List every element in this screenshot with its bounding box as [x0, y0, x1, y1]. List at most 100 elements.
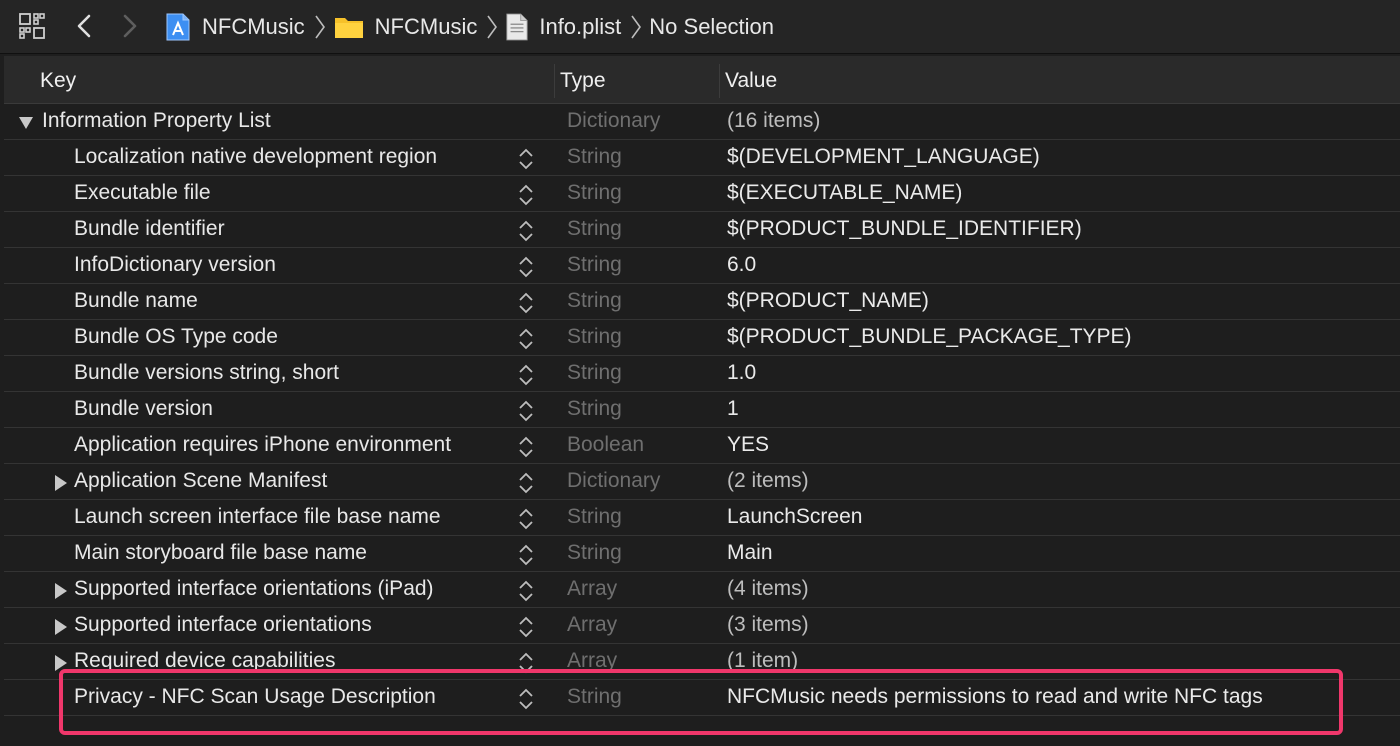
row-type[interactable]: String [567, 397, 622, 421]
row-value[interactable]: $(PRODUCT_NAME) [727, 289, 929, 313]
row-value[interactable]: (4 items) [727, 577, 809, 601]
breadcrumb-project[interactable]: NFCMusic [164, 12, 305, 42]
row-value[interactable]: 6.0 [727, 253, 756, 277]
table-row[interactable]: Supported interface orientations (iPad) A… [4, 572, 1400, 608]
row-type[interactable]: String [567, 253, 622, 277]
key-picker-stepper-icon[interactable] [518, 219, 534, 243]
disclosure-triangle-expanded-icon[interactable] [18, 114, 34, 132]
breadcrumb-folder[interactable]: NFCMusic [333, 12, 477, 42]
row-type[interactable]: Array [567, 649, 617, 673]
row-value[interactable]: Main [727, 541, 773, 565]
row-type[interactable]: String [567, 181, 622, 205]
key-picker-stepper-icon[interactable] [518, 543, 534, 567]
row-key[interactable]: Required device capabilities [74, 649, 336, 673]
forward-chevron-icon[interactable] [118, 12, 140, 40]
table-row[interactable]: Required device capabilities Array (1 item… [4, 644, 1400, 680]
column-header-key[interactable]: Key [40, 69, 76, 93]
disclosure-triangle-collapsed-icon[interactable] [52, 474, 68, 492]
table-row[interactable]: Bundle identifier String $(PRODUCT_BUNDLE_… [4, 212, 1400, 248]
row-key[interactable]: Application requires iPhone environment [74, 433, 451, 457]
row-value[interactable]: 1.0 [727, 361, 756, 385]
row-type[interactable]: String [567, 685, 622, 709]
row-value[interactable]: $(DEVELOPMENT_LANGUAGE) [727, 145, 1040, 169]
row-key[interactable]: Bundle name [74, 289, 198, 313]
table-row[interactable]: Bundle name String $(PRODUCT_NAME) [4, 284, 1400, 320]
row-value[interactable]: (16 items) [727, 109, 820, 133]
row-key[interactable]: Executable file [74, 181, 211, 205]
key-picker-stepper-icon[interactable] [518, 363, 534, 387]
row-type[interactable]: String [567, 325, 622, 349]
table-row[interactable]: Application Scene Manifest Dictionary (2 i… [4, 464, 1400, 500]
column-header-value[interactable]: Value [725, 69, 777, 93]
row-key[interactable]: Privacy - NFC Scan Usage Description [74, 685, 436, 709]
key-picker-stepper-icon[interactable] [518, 507, 534, 531]
key-picker-stepper-icon[interactable] [518, 471, 534, 495]
row-key[interactable]: Localization native development region [74, 145, 437, 169]
table-row[interactable]: Bundle version String 1 [4, 392, 1400, 428]
row-value[interactable]: 1 [727, 397, 739, 421]
table-row[interactable]: Launch screen interface file base name St… [4, 500, 1400, 536]
key-picker-stepper-icon[interactable] [518, 291, 534, 315]
row-type[interactable]: String [567, 361, 622, 385]
row-type[interactable]: Dictionary [567, 469, 660, 493]
table-row[interactable]: Bundle versions string, short String 1.0 [4, 356, 1400, 392]
column-divider[interactable] [554, 64, 555, 98]
table-row[interactable]: Executable file String $(EXECUTABLE_NAME) [4, 176, 1400, 212]
row-key[interactable]: InfoDictionary version [74, 253, 276, 277]
table-row[interactable]: InfoDictionary version String 6.0 [4, 248, 1400, 284]
row-value[interactable]: (3 items) [727, 613, 809, 637]
table-row[interactable]: Information Property List Dictionary (16 i… [4, 104, 1400, 140]
row-value[interactable]: (1 item) [727, 649, 798, 673]
key-picker-stepper-icon[interactable] [518, 327, 534, 351]
row-value[interactable]: $(EXECUTABLE_NAME) [727, 181, 962, 205]
row-key[interactable]: Supported interface orientations (iPad) [74, 577, 434, 601]
key-picker-stepper-icon[interactable] [518, 435, 534, 459]
table-row[interactable]: Bundle OS Type code String $(PRODUCT_BUNDL… [4, 320, 1400, 356]
row-key[interactable]: Bundle versions string, short [74, 361, 339, 385]
row-key[interactable]: Bundle version [74, 397, 213, 421]
row-type[interactable]: Array [567, 577, 617, 601]
breadcrumb-file[interactable]: Info.plist [505, 12, 621, 42]
key-picker-stepper-icon[interactable] [518, 687, 534, 711]
row-key[interactable]: Bundle identifier [74, 217, 225, 241]
row-key[interactable]: Application Scene Manifest [74, 469, 327, 493]
table-row[interactable]: Main storyboard file base name String Main [4, 536, 1400, 572]
table-row[interactable]: Localization native development region St… [4, 140, 1400, 176]
key-picker-stepper-icon[interactable] [518, 579, 534, 603]
row-type[interactable]: String [567, 289, 622, 313]
row-type[interactable]: Dictionary [567, 109, 660, 133]
key-picker-stepper-icon[interactable] [518, 255, 534, 279]
breadcrumb-selection[interactable]: No Selection [649, 14, 774, 40]
row-type[interactable]: String [567, 541, 622, 565]
table-row[interactable]: Privacy - NFC Scan Usage Description Stri… [4, 680, 1400, 716]
back-chevron-icon[interactable] [74, 12, 96, 40]
table-row[interactable]: Application requires iPhone environment B… [4, 428, 1400, 464]
row-type[interactable]: Boolean [567, 433, 644, 457]
disclosure-triangle-collapsed-icon[interactable] [52, 618, 68, 636]
row-value[interactable]: $(PRODUCT_BUNDLE_IDENTIFIER) [727, 217, 1082, 241]
key-picker-stepper-icon[interactable] [518, 183, 534, 207]
disclosure-triangle-collapsed-icon[interactable] [52, 654, 68, 672]
row-key[interactable]: Main storyboard file base name [74, 541, 367, 565]
row-type[interactable]: Array [567, 613, 617, 637]
key-picker-stepper-icon[interactable] [518, 147, 534, 171]
row-value[interactable]: $(PRODUCT_BUNDLE_PACKAGE_TYPE) [727, 325, 1132, 349]
row-type[interactable]: String [567, 217, 622, 241]
key-picker-stepper-icon[interactable] [518, 399, 534, 423]
row-key[interactable]: Launch screen interface file base name [74, 505, 441, 529]
row-value[interactable]: (2 items) [727, 469, 809, 493]
row-type[interactable]: String [567, 505, 622, 529]
row-value[interactable]: NFCMusic needs permissions to read and w… [727, 685, 1263, 709]
row-key[interactable]: Bundle OS Type code [74, 325, 278, 349]
related-items-grid-icon[interactable] [18, 12, 46, 40]
column-divider[interactable] [719, 64, 720, 98]
row-key[interactable]: Supported interface orientations [74, 613, 372, 637]
key-picker-stepper-icon[interactable] [518, 651, 534, 675]
disclosure-triangle-collapsed-icon[interactable] [52, 582, 68, 600]
row-value[interactable]: YES [727, 433, 769, 457]
row-key[interactable]: Information Property List [42, 109, 271, 133]
row-type[interactable]: String [567, 145, 622, 169]
table-row[interactable]: Supported interface orientations Array (3 … [4, 608, 1400, 644]
key-picker-stepper-icon[interactable] [518, 615, 534, 639]
column-header-type[interactable]: Type [560, 69, 606, 93]
